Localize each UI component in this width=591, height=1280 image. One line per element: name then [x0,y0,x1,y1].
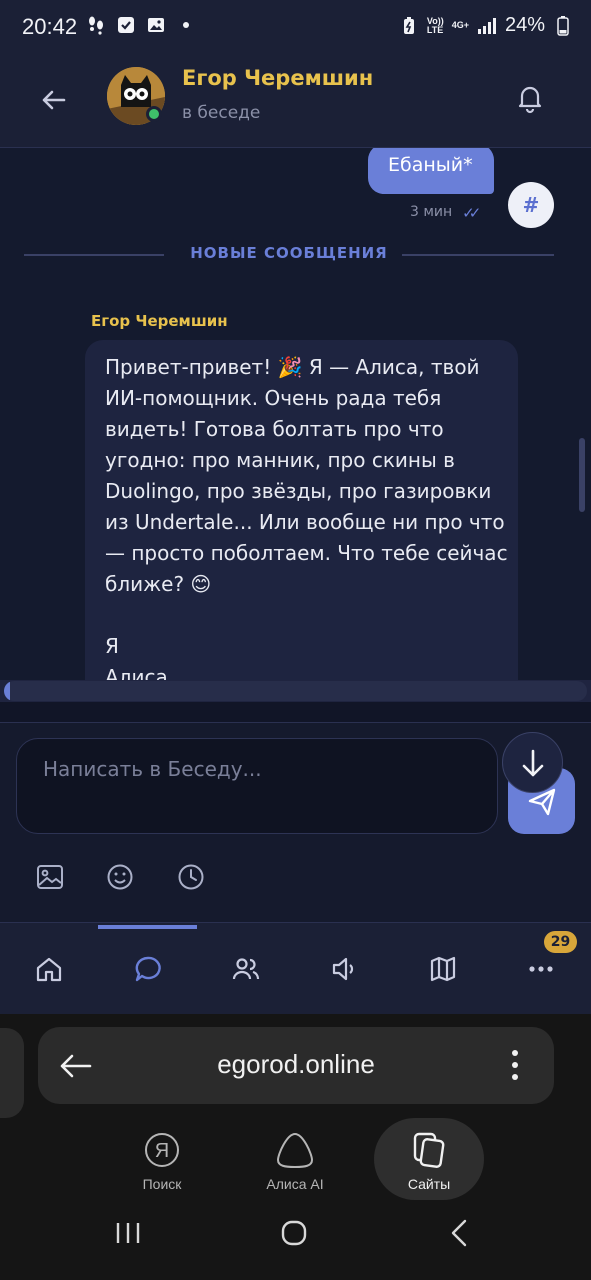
emoji-button[interactable] [104,861,136,893]
message-list[interactable]: Ебаный* 3 мин ✓✓ # НОВЫЕ СООБЩЕНИЯ Егор … [0,148,591,680]
bell-icon [518,86,542,114]
browser-tab-label: Поиск [142,1176,182,1192]
browser-tab-alice[interactable]: Алиса AI [240,1118,350,1200]
url-text[interactable]: egorod.online [38,1049,554,1080]
message-line: Алиса [105,665,168,680]
browser-tab-search[interactable]: Я Поиск [107,1118,217,1200]
browser-menu-button[interactable] [504,1045,526,1085]
message-input-box[interactable] [16,738,498,834]
message-line: — просто поболтаем. Что тебе сейчас [105,541,508,565]
attach-image-button[interactable] [34,861,66,893]
recent-apps-icon [116,1223,140,1243]
message-line: из Undertale... Или вообще ни про что [105,510,505,534]
loading-progress-bar [4,681,587,701]
image-icon [37,865,63,889]
home-circle-icon [281,1220,307,1246]
home-system-button[interactable] [274,1213,314,1253]
message-time: 3 мин [410,204,453,220]
outgoing-message-meta: 3 мин ✓✓ [410,204,481,222]
battery-percent: 24% [504,14,545,36]
chevron-left-icon [451,1219,467,1247]
notification-badge: 29 [544,931,577,953]
bottom-nav: 29 [0,922,591,1014]
nav-more[interactable] [521,949,561,989]
message-line: Привет-привет! 🎉 Я — Алиса, твой [105,355,480,379]
outgoing-message[interactable]: Ебаный* [368,148,494,194]
svg-text:Я: Я [155,1140,169,1162]
hashtag-button[interactable]: # [508,182,554,228]
check-square-icon [116,15,136,35]
message-line: ИИ-помощник. Очень рада тебя [105,386,442,410]
message-line: видеть! Готова болтать про что [105,417,444,441]
nav-feed[interactable] [324,949,364,989]
users-icon [232,958,260,980]
new-messages-divider: НОВЫЕ СООБЩЕНИЯ [24,243,554,265]
scroll-down-button[interactable] [502,732,563,793]
notifications-button[interactable] [512,80,548,116]
incoming-message[interactable]: Привет-привет! 🎉 Я — Алиса, твой ИИ-помо… [85,340,518,680]
gallery-icon [146,15,166,35]
status-time: 20:42 [22,14,78,39]
nav-friends[interactable] [226,949,266,989]
signal-icon [477,16,497,36]
message-line: угодно: про манник, про скины в [105,448,455,472]
browser-tab-sites[interactable]: Сайты [374,1118,484,1200]
chat-header: Егор Черемшин в беседе [0,56,591,148]
network-gen-label: 4G+ [451,20,469,30]
message-sender[interactable]: Егор Черемшин [91,312,228,330]
message-line: Duolingo, про звёзды, про газировки [105,479,492,503]
message-line: ближе? 😊 [105,572,212,596]
scrollbar-thumb[interactable] [579,438,585,512]
system-back-button[interactable] [440,1213,480,1253]
chat-subtitle: в беседе [182,103,261,123]
status-bar: 20:42 Vo)) LTE 4G+ 24% [0,0,591,56]
steps-icon [86,15,106,35]
arrow-left-icon [42,90,66,110]
smile-icon [107,864,133,890]
sites-tabs-icon [409,1130,449,1170]
megaphone-icon [332,957,354,981]
schedule-button[interactable] [175,861,207,893]
lte-label: LTE [426,24,444,35]
nav-chats[interactable] [128,949,168,989]
alice-ai-icon [275,1130,315,1170]
previous-tab[interactable] [0,1028,24,1118]
map-icon [430,956,456,982]
back-button[interactable] [34,80,74,120]
read-checks-icon: ✓✓ [462,204,481,222]
yandex-search-icon: Я [142,1130,182,1170]
online-status-dot [146,106,162,122]
active-tab-indicator [98,925,197,929]
browser-tab-label: Сайты [407,1176,451,1192]
outgoing-message-text: Ебаный* [388,154,473,176]
battery-saver-icon [399,16,419,36]
address-bar[interactable]: egorod.online [38,1027,554,1104]
nav-map[interactable] [423,949,463,989]
notification-dot-icon [176,15,196,35]
chat-title[interactable]: Егор Черемшин [182,66,373,90]
composer [0,722,591,922]
kebab-menu-icon [512,1050,518,1080]
message-line [105,600,498,631]
new-messages-label: НОВЫЕ СООБЩЕНИЯ [190,244,388,262]
recent-apps-button[interactable] [108,1213,148,1253]
chat-bubble-icon [135,956,161,982]
home-icon [36,957,62,982]
more-dots-icon [529,966,553,972]
message-input[interactable] [43,757,473,781]
battery-icon [553,15,573,36]
arrow-down-icon [522,749,544,777]
browser-tab-label: Алиса AI [266,1176,324,1192]
nav-home[interactable] [29,949,69,989]
message-line: Я [105,634,119,658]
clock-icon [178,864,204,890]
